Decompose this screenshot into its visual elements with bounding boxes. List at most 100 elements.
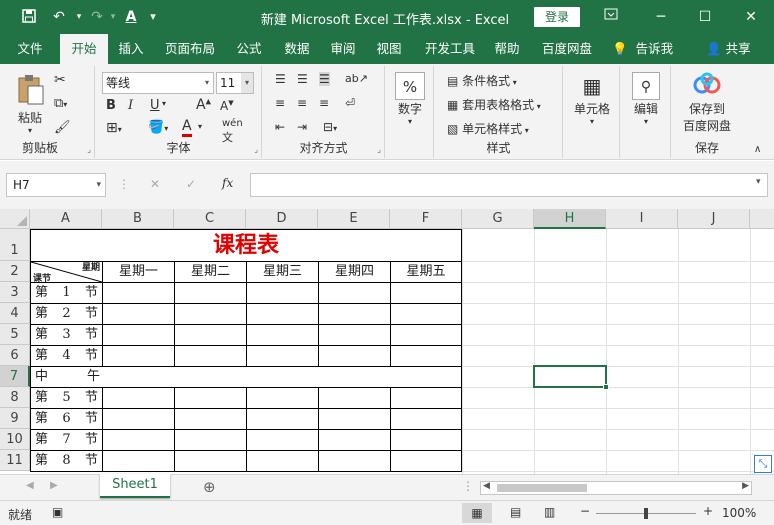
schedule-cell[interactable]: [174, 387, 247, 409]
day-header-wednesday[interactable]: 星期三: [246, 261, 319, 283]
schedule-cell[interactable]: [102, 345, 175, 367]
schedule-cell[interactable]: [246, 282, 319, 304]
column-header-c[interactable]: C: [174, 209, 246, 229]
schedule-cell[interactable]: [102, 324, 175, 346]
row-header-5[interactable]: 5: [0, 324, 30, 345]
schedule-cell[interactable]: [174, 303, 247, 325]
selected-cell-h7[interactable]: [533, 365, 609, 390]
format-painter-icon[interactable]: 🖌: [54, 120, 71, 135]
zoom-in-button[interactable]: +: [703, 504, 713, 518]
schedule-cell[interactable]: [390, 429, 462, 451]
diagonal-header-cell[interactable]: 星期 课节: [30, 261, 103, 284]
schedule-cell[interactable]: [390, 387, 462, 409]
schedule-cell[interactable]: [102, 303, 175, 325]
schedule-cell[interactable]: [102, 282, 175, 304]
zoom-level[interactable]: 100%: [722, 506, 756, 520]
schedule-cell[interactable]: [318, 429, 391, 451]
row-header-7[interactable]: 7: [0, 366, 30, 387]
split-handle-icon[interactable]: ⋮: [462, 479, 474, 493]
row-header-10[interactable]: 10: [0, 429, 30, 450]
confirm-entry-icon[interactable]: ✓: [186, 177, 196, 191]
customize-quick-access-icon[interactable]: ▾: [144, 8, 162, 26]
schedule-cell[interactable]: [246, 387, 319, 409]
align-right-icon[interactable]: ≡: [319, 96, 329, 110]
schedule-cell[interactable]: [318, 345, 391, 367]
wrap-text-icon[interactable]: ⏎: [345, 96, 355, 110]
bold-button[interactable]: B: [106, 98, 116, 113]
orientation-icon[interactable]: ab↗: [345, 72, 368, 85]
underline-button[interactable]: U: [150, 98, 160, 113]
row-header-8[interactable]: 8: [0, 387, 30, 408]
row-header-3[interactable]: 3: [0, 282, 30, 303]
tab-data[interactable]: 数据: [276, 34, 318, 64]
schedule-cell[interactable]: [318, 282, 391, 304]
top-align-icon[interactable]: ☰: [275, 72, 286, 86]
number-format-button[interactable]: % 数字 ▾: [392, 72, 428, 126]
row-header-11[interactable]: 11: [0, 450, 30, 471]
schedule-cell[interactable]: [246, 324, 319, 346]
tab-review[interactable]: 审阅: [322, 34, 364, 64]
day-header-monday[interactable]: 星期一: [102, 261, 175, 283]
schedule-cell[interactable]: [174, 324, 247, 346]
lesson-label[interactable]: 第1节: [30, 282, 103, 304]
close-icon[interactable]: ✕: [740, 6, 762, 28]
align-center-icon[interactable]: ≡: [297, 96, 307, 110]
day-header-tuesday[interactable]: 星期二: [174, 261, 247, 283]
new-sheet-icon[interactable]: ⊕: [203, 478, 216, 496]
tab-developer[interactable]: 开发工具: [418, 34, 482, 64]
schedule-cell[interactable]: [102, 429, 175, 451]
schedule-cell[interactable]: [390, 345, 462, 367]
column-header-d[interactable]: D: [246, 209, 318, 229]
paste-button[interactable]: 粘贴 ▾: [12, 74, 48, 135]
tab-file[interactable]: 文件: [8, 34, 52, 64]
schedule-cell[interactable]: [318, 303, 391, 325]
schedule-cell[interactable]: [102, 408, 175, 430]
middle-align-icon[interactable]: ☰: [297, 72, 308, 86]
cut-icon[interactable]: ✂: [54, 72, 66, 88]
font-size-select[interactable]: 11 ▾: [216, 72, 254, 94]
login-button[interactable]: 登录: [534, 7, 580, 27]
schedule-cell[interactable]: [318, 408, 391, 430]
lesson-label[interactable]: 第6节: [30, 408, 103, 430]
italic-button[interactable]: I: [128, 98, 133, 113]
lesson-label[interactable]: 第3节: [30, 324, 103, 346]
lesson-label[interactable]: 第2节: [30, 303, 103, 325]
scroll-right-icon[interactable]: ▶: [50, 480, 58, 491]
row-header-6[interactable]: 6: [0, 345, 30, 366]
align-left-icon[interactable]: ≡: [275, 96, 285, 110]
page-layout-view-icon[interactable]: ▤: [510, 505, 521, 519]
tab-formulas[interactable]: 公式: [228, 34, 270, 64]
expand-formula-bar-icon[interactable]: ▾: [756, 177, 761, 187]
lesson-label[interactable]: 第4节: [30, 345, 103, 367]
formula-input[interactable]: [250, 173, 768, 197]
save-icon[interactable]: [20, 8, 38, 26]
sheet-tab-sheet1[interactable]: Sheet1: [100, 474, 170, 498]
column-header-i[interactable]: I: [606, 209, 678, 229]
fill-handle[interactable]: [603, 384, 609, 390]
scroll-left-icon[interactable]: ◀: [26, 480, 34, 491]
schedule-cell[interactable]: [174, 450, 247, 472]
column-header-e[interactable]: E: [318, 209, 390, 229]
conditional-formatting-button[interactable]: ▤ 条件格式 ▾: [447, 72, 517, 89]
select-all-corner[interactable]: [0, 209, 30, 229]
font-color-dropdown-icon[interactable]: ▾: [198, 122, 202, 131]
scrollbar-thumb[interactable]: [497, 484, 587, 492]
tab-page-layout[interactable]: 页面布局: [158, 34, 222, 64]
spreadsheet-grid[interactable]: A B C D E F G H I J 1 2 3 4 5 6 7 8 9 10…: [0, 209, 774, 474]
lesson-label[interactable]: 第8节: [30, 450, 103, 472]
font-color-button[interactable]: A: [182, 118, 192, 137]
decrease-indent-icon[interactable]: ⇤: [275, 120, 285, 134]
share-button[interactable]: 👤 共享: [706, 34, 751, 64]
insert-function-icon[interactable]: fx: [222, 176, 233, 190]
schedule-cell[interactable]: [246, 345, 319, 367]
cell-styles-button[interactable]: ▧ 单元格样式 ▾: [447, 120, 529, 137]
day-header-friday[interactable]: 星期五: [390, 261, 462, 283]
day-header-thursday[interactable]: 星期四: [318, 261, 391, 283]
schedule-cell[interactable]: [318, 324, 391, 346]
row-header-9[interactable]: 9: [0, 408, 30, 429]
column-header-g[interactable]: G: [462, 209, 534, 229]
format-as-table-button[interactable]: ▦ 套用表格格式 ▾: [447, 96, 541, 113]
undo-icon[interactable]: ↶: [50, 8, 68, 26]
tab-baidu-netdisk[interactable]: 百度网盘: [534, 34, 600, 64]
zoom-out-button[interactable]: −: [580, 504, 590, 518]
